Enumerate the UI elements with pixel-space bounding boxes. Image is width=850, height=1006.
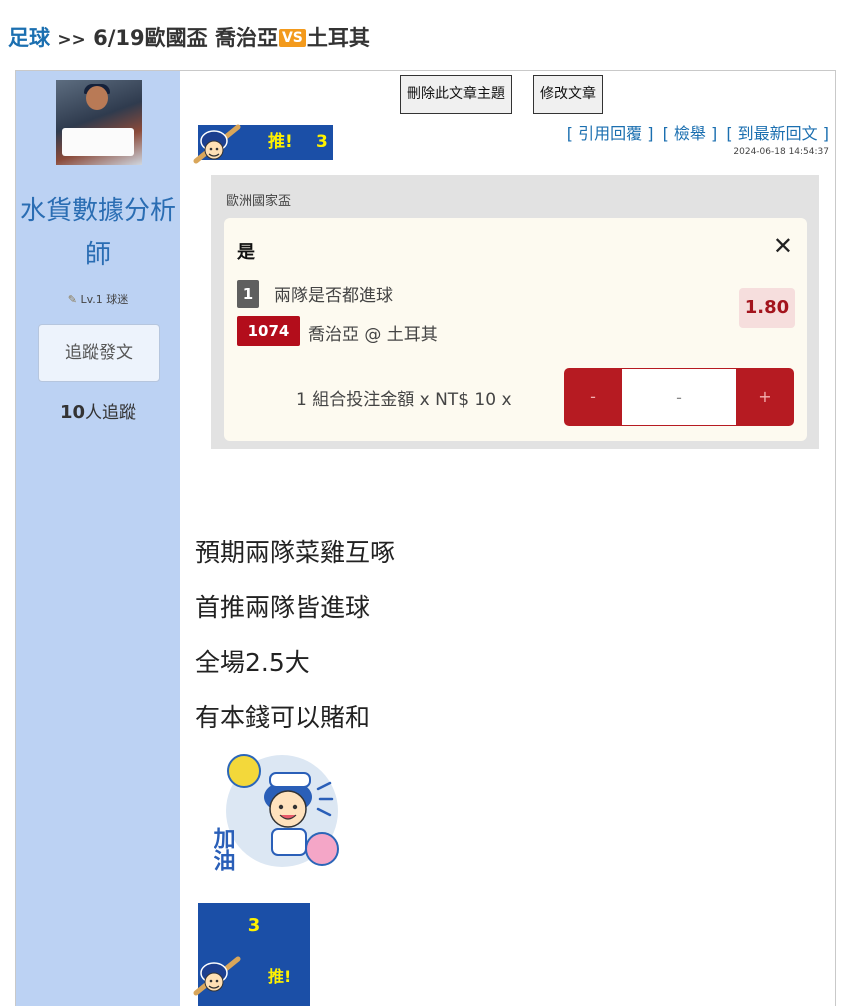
follower-number: 10 (59, 402, 86, 423)
stepper-minus-button[interactable]: - (564, 368, 622, 426)
push-label: 推! (268, 132, 293, 152)
delete-topic-button[interactable]: 刪除此文章主題 (400, 75, 512, 114)
report-link[interactable]: [ 檢舉 ] (663, 124, 718, 143)
post-date: 2024-06-18 14:54:37 (733, 147, 829, 157)
baseball-mascot-icon (193, 956, 241, 996)
push-count: 3 (316, 132, 328, 152)
avatar[interactable] (56, 80, 142, 165)
bet-odds: 1.80 (739, 288, 795, 328)
push-label-bottom: 推! (268, 967, 292, 986)
author-sidebar: 水貨數據分析師 ✎ Lv.1 球迷 追蹤發文 10人追蹤 (16, 71, 180, 1006)
post-line: 有本錢可以賭和 (195, 703, 371, 732)
push-badge[interactable]: 推! 3 (193, 124, 333, 164)
cheer-sticker: 加油 (214, 754, 339, 871)
stake-stepper: - - + (564, 368, 794, 426)
baseball-mascot-icon (193, 124, 241, 164)
post-line: 預期兩隊菜雞互啄 (195, 538, 396, 567)
breadcrumb-separator: >> (57, 30, 86, 50)
push-badge-bottom[interactable]: 3 推! (193, 903, 310, 1006)
follow-button[interactable]: 追蹤發文 (38, 324, 160, 382)
latest-reply-link[interactable]: [ 到最新回文 ] (726, 124, 829, 143)
bet-match: 喬治亞 @ 土耳其 (308, 325, 438, 345)
post-links: [ 引用回覆 ] [ 檢舉 ] [ 到最新回文 ] (563, 120, 829, 144)
bet-league: 歐洲國家盃 (226, 194, 292, 209)
market-tag: 1 (237, 280, 259, 308)
close-icon[interactable]: ✕ (773, 232, 793, 260)
vs-badge: VS (278, 29, 306, 47)
bet-card: 是 ✕ 1 兩隊是否都進球 1074 喬治亞 @ 土耳其 1.80 1 組合投注… (224, 218, 807, 441)
stepper-value-input[interactable]: - (622, 368, 736, 426)
bet-slip: 歐洲國家盃 是 ✕ 1 兩隊是否都進球 1074 喬治亞 @ 土耳其 1.80 … (211, 175, 819, 449)
follower-count: 10人追蹤 (16, 398, 180, 423)
author-level: ✎ Lv.1 球迷 (16, 291, 180, 307)
post-container: 水貨數據分析師 ✎ Lv.1 球迷 追蹤發文 10人追蹤 刪除此文章主題 修改文… (15, 70, 836, 1006)
breadcrumb: 足球 >> 6/19歐國盃 喬治亞 VS 土耳其 (8, 22, 370, 52)
thread-title: 6/19歐國盃 喬治亞 (93, 26, 278, 50)
post-line: 全場2.5大 (195, 648, 310, 677)
author-name[interactable]: 水貨數據分析師 (16, 189, 180, 277)
follower-suffix: 人追蹤 (85, 403, 137, 423)
sticker-text: 加油 (214, 827, 237, 871)
match-tag: 1074 (237, 316, 300, 346)
author-level-text: Lv.1 球迷 (80, 293, 129, 306)
thread-title-suffix: 土耳其 (306, 26, 370, 50)
push-count-bottom: 3 (247, 915, 261, 936)
bet-pick: 是 (237, 242, 255, 263)
stepper-plus-button[interactable]: + (736, 368, 794, 426)
pencil-icon: ✎ (67, 293, 77, 306)
breadcrumb-category-link[interactable]: 足球 (8, 26, 50, 50)
post-line: 首推兩隊皆進球 (195, 593, 371, 622)
bet-market: 兩隊是否都進球 (274, 286, 393, 306)
stake-label: 1 組合投注金額 x NT$ 10 x (296, 390, 512, 410)
quote-reply-link[interactable]: [ 引用回覆 ] (567, 124, 654, 143)
edit-post-button[interactable]: 修改文章 (533, 75, 603, 114)
